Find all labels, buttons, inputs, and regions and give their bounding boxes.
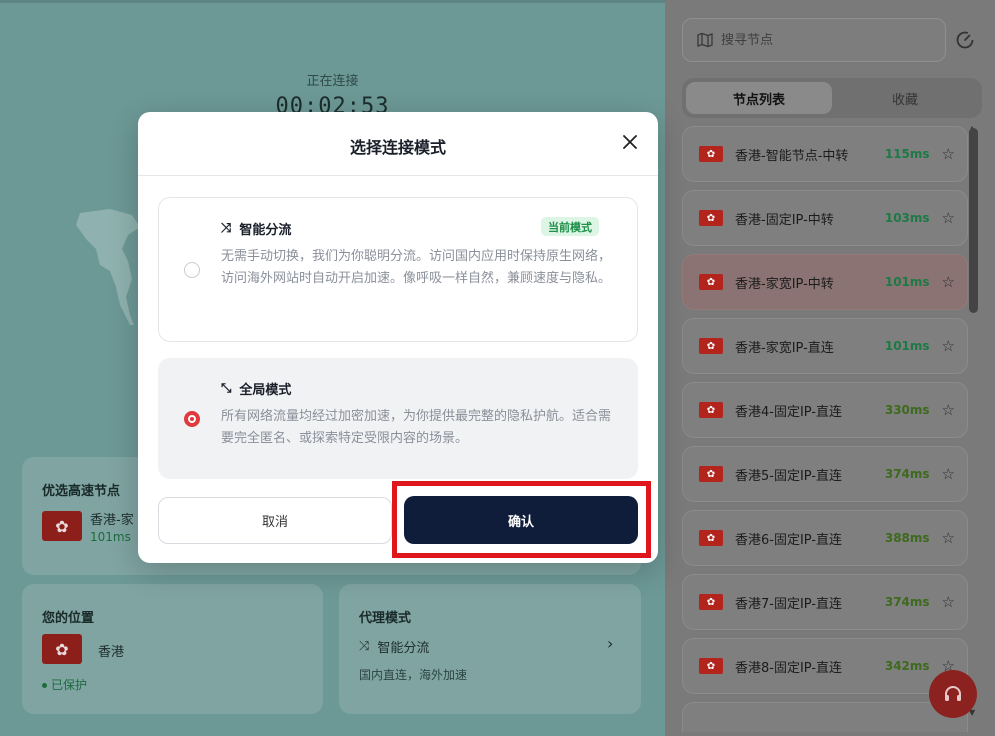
star-icon[interactable]: ☆ <box>942 401 955 419</box>
star-icon[interactable]: ☆ <box>942 145 955 163</box>
best-node-title: 优选高速节点 <box>42 484 121 499</box>
location-title: 您的位置 <box>42 611 95 626</box>
speed-test-icon[interactable] <box>955 30 975 50</box>
proxy-mode-title: 代理模式 <box>359 611 412 626</box>
hk-flag-icon: ✿ <box>699 210 723 226</box>
node-name: 香港8-固定IP-直连 <box>735 660 843 676</box>
node-name: 香港6-固定IP-直连 <box>735 532 843 548</box>
node-item[interactable]: ✿ 香港7-固定IP-直连 374ms ☆ <box>682 574 968 630</box>
close-button[interactable] <box>618 130 642 154</box>
node-item[interactable]: ✿ 香港-家宽IP-直连 101ms ☆ <box>682 318 968 374</box>
location-name: 香港 <box>98 645 125 660</box>
node-ping: 330ms <box>884 403 930 417</box>
global-mode-desc: 所有网络流量均经过加密加速，为你提供最完整的隐私护航。适合需要完全匿名、或探索特… <box>221 409 612 446</box>
option-smart-routing[interactable]: ⤨ 智能分流 当前模式 无需手动切换，我们为你聪明分流。访问国内应用时保持原生网… <box>158 197 638 342</box>
node-name: 香港-固定IP-中转 <box>735 212 834 228</box>
node-ping: 374ms <box>884 467 930 481</box>
close-icon <box>623 135 637 149</box>
proxy-mode-desc: 国内直连，海外加速 <box>359 668 468 682</box>
hk-flag-icon: ✿ <box>699 466 723 482</box>
smart-routing-desc: 无需手动切换，我们为你聪明分流。访问国内应用时保持原生网络，访问海外网站时自动开… <box>221 249 612 286</box>
confirm-button[interactable]: 确认 <box>404 496 638 544</box>
star-icon[interactable]: ☆ <box>942 273 955 291</box>
node-name: 香港5-固定IP-直连 <box>735 468 843 484</box>
node-item-partial[interactable] <box>682 702 968 732</box>
proxy-mode-value: ⤨ 智能分流 <box>359 639 430 656</box>
tab-favorites[interactable]: 收藏 <box>832 82 978 114</box>
location-card: 您的位置 ✿ 香港 已保护 <box>22 584 323 714</box>
node-item-selected[interactable]: ✿ 香港-家宽IP-中转 101ms ☆ <box>682 254 968 310</box>
smart-routing-title: ⤨ 智能分流 <box>221 221 292 238</box>
star-icon[interactable]: ☆ <box>942 465 955 483</box>
node-ping: 342ms <box>884 659 930 673</box>
node-item[interactable]: ✿ 香港4-固定IP-直连 330ms ☆ <box>682 382 968 438</box>
star-icon[interactable]: ☆ <box>942 337 955 355</box>
hk-flag-icon: ✿ <box>699 146 723 162</box>
shuffle-icon: ⤨ <box>359 639 370 654</box>
node-name: 香港-家宽IP-直连 <box>735 340 834 356</box>
global-mode-radio[interactable] <box>184 411 200 427</box>
hk-flag-icon: ✿ <box>699 402 723 418</box>
map-icon <box>697 32 713 48</box>
node-item[interactable]: ✿ 香港-智能节点-中转 115ms ☆ <box>682 126 968 182</box>
hk-flag-icon: ✿ <box>699 338 723 354</box>
node-ping: 115ms <box>884 147 930 161</box>
node-ping: 101ms <box>884 275 930 289</box>
hk-flag-icon: ✿ <box>699 658 723 674</box>
hk-flag-icon: ✿ <box>42 511 82 541</box>
search-box[interactable] <box>682 18 946 62</box>
node-item[interactable]: ✿ 香港8-固定IP-直连 342ms ☆ <box>682 638 968 694</box>
cancel-button[interactable]: 取消 <box>158 497 392 544</box>
hk-flag-icon: ✿ <box>699 530 723 546</box>
star-icon[interactable]: ☆ <box>942 593 955 611</box>
node-name: 香港7-固定IP-直连 <box>735 596 843 612</box>
dialog-title: 选择连接模式 <box>349 138 446 157</box>
proxy-mode-card[interactable]: 代理模式 ⤨ 智能分流 国内直连，海外加速 › <box>339 584 641 714</box>
node-sidebar: 节点列表 收藏 ✿ 香港-智能节点-中转 115ms ☆ ✿ 香港-固定IP-中… <box>665 0 995 736</box>
search-input[interactable] <box>721 32 921 48</box>
protection-status: 已保护 <box>42 676 87 693</box>
node-item[interactable]: ✿ 香港5-固定IP-直连 374ms ☆ <box>682 446 968 502</box>
connection-status: 正在连接 <box>306 74 359 89</box>
support-button[interactable] <box>929 670 977 718</box>
tab-node-list[interactable]: 节点列表 <box>686 82 832 114</box>
node-ping: 103ms <box>884 211 930 225</box>
best-node-ping: 101ms <box>90 530 131 544</box>
chevron-right-icon: › <box>607 634 614 653</box>
node-item[interactable]: ✿ 香港6-固定IP-直连 388ms ☆ <box>682 510 968 566</box>
dialog-header: 选择连接模式 <box>138 112 658 176</box>
node-ping: 374ms <box>884 595 930 609</box>
node-name: 香港4-固定IP-直连 <box>735 404 843 420</box>
hk-flag-icon: ✿ <box>42 634 82 664</box>
node-ping: 101ms <box>884 339 930 353</box>
hk-flag-icon: ✿ <box>699 274 723 290</box>
status-dot-icon <box>42 683 47 688</box>
current-mode-badge: 当前模式 <box>541 217 599 236</box>
shuffle-icon: ⤨ <box>221 221 232 236</box>
compress-arrows-icon: ⤡ <box>221 381 232 396</box>
node-ping: 388ms <box>884 531 930 545</box>
node-name: 香港-家宽IP-中转 <box>735 276 834 292</box>
headset-icon <box>945 686 961 701</box>
star-icon[interactable]: ☆ <box>942 209 955 227</box>
smart-routing-radio[interactable] <box>184 262 200 278</box>
global-mode-title: ⤡ 全局模式 <box>221 381 292 398</box>
node-tabs: 节点列表 收藏 <box>682 78 982 118</box>
best-node-name: 香港-家 <box>90 513 134 528</box>
node-item[interactable]: ✿ 香港-固定IP-中转 103ms ☆ <box>682 190 968 246</box>
sidebar-scrollbar[interactable] <box>969 128 978 313</box>
star-icon[interactable]: ☆ <box>942 529 955 547</box>
hk-flag-icon: ✿ <box>699 594 723 610</box>
option-global-mode[interactable]: ⤡ 全局模式 所有网络流量均经过加密加速，为你提供最完整的隐私护航。适合需要完全… <box>158 358 638 479</box>
node-name: 香港-智能节点-中转 <box>735 148 849 164</box>
